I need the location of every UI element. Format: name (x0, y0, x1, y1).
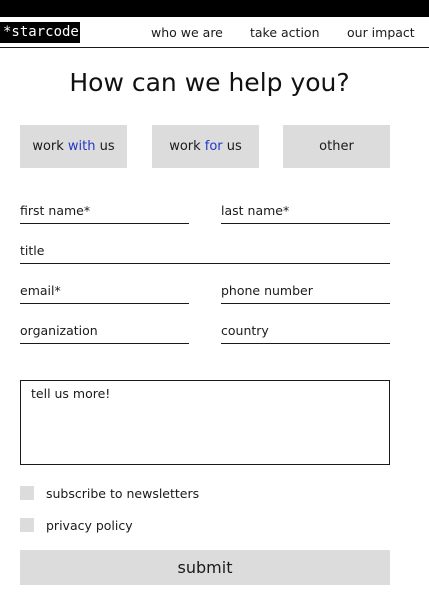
first-name-field[interactable]: first name* (20, 203, 189, 224)
subscribe-label: subscribe to newsletters (46, 486, 200, 501)
nav-link-take-action[interactable]: take action (250, 25, 320, 40)
starcode-logo[interactable]: *starcode (0, 22, 80, 43)
option-text: work (169, 139, 205, 154)
option-text: us (222, 139, 242, 154)
phone-number-field[interactable]: phone number (221, 283, 390, 304)
email-field[interactable]: email* (20, 283, 189, 304)
top-black-bar (0, 0, 429, 17)
work-for-us-button[interactable]: work for us (152, 125, 259, 168)
navbar: *starcode who we are take action our imp… (0, 17, 429, 48)
other-button[interactable]: other (283, 125, 390, 168)
privacy-checkbox[interactable] (20, 518, 34, 532)
page-title: How can we help you? (69, 68, 350, 97)
country-field[interactable]: country (221, 323, 390, 344)
option-text: work (32, 139, 68, 154)
organization-field[interactable]: organization (20, 323, 189, 344)
message-textarea[interactable]: tell us more! (20, 380, 390, 465)
option-accent-text: for (204, 139, 223, 154)
last-name-field[interactable]: last name* (221, 203, 390, 224)
nav-link-who-we-are[interactable]: who we are (151, 25, 223, 40)
subscribe-checkbox[interactable] (20, 486, 34, 500)
submit-button[interactable]: submit (20, 550, 390, 585)
title-field[interactable]: title (20, 243, 390, 264)
option-text: us (95, 139, 115, 154)
work-with-us-button[interactable]: work with us (20, 125, 127, 168)
privacy-label: privacy policy (46, 518, 133, 533)
option-text: other (319, 139, 354, 154)
option-accent-text: with (67, 139, 96, 154)
nav-link-our-impact[interactable]: our impact (347, 25, 415, 40)
